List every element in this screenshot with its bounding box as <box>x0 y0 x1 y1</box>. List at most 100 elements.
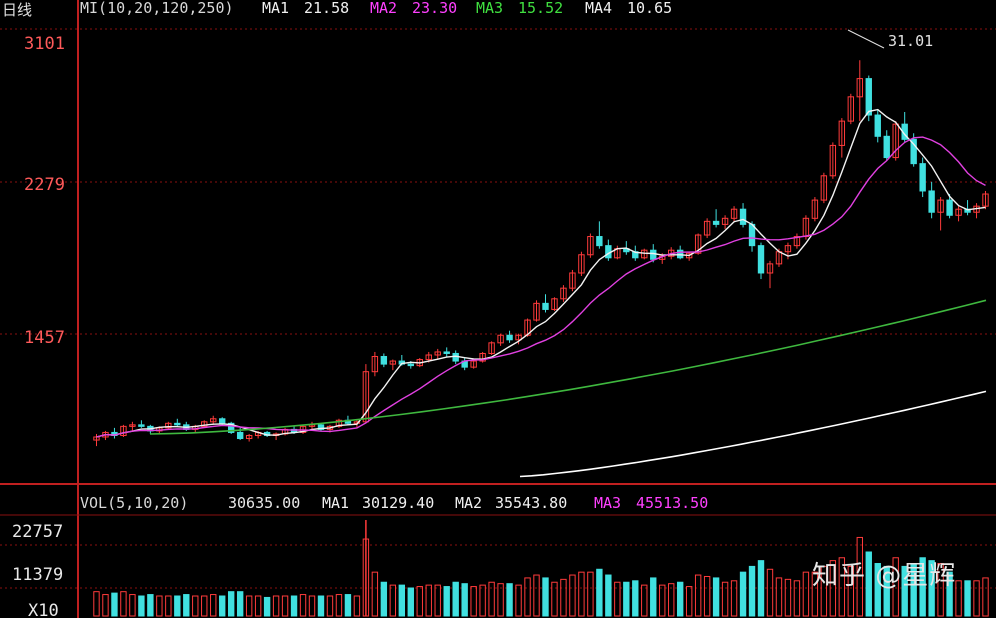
volume-bar <box>210 594 217 617</box>
vol-ma2-value: 35543.80 <box>495 494 567 512</box>
volume-bar <box>371 571 379 617</box>
volume-bar <box>245 595 253 617</box>
volume-bar <box>964 580 971 617</box>
volume-bar <box>129 594 136 617</box>
volume-bar <box>344 594 352 617</box>
volume-bar <box>685 586 693 617</box>
volume-bar <box>308 595 316 617</box>
ma1-value: 21.58 <box>304 0 349 17</box>
volume-bar <box>775 577 783 617</box>
vol-ma3-label: MA3 <box>594 494 621 512</box>
volume-bar <box>668 583 675 617</box>
peak-marker-line <box>847 29 885 49</box>
candle-body <box>219 418 226 424</box>
volume-bar <box>254 595 262 617</box>
volume-bar <box>353 595 361 617</box>
volume-bar <box>721 581 729 617</box>
volume-bar <box>596 568 603 617</box>
volume-bar <box>416 586 423 617</box>
volume-bar <box>578 571 585 617</box>
candle-body <box>919 163 926 192</box>
volume-bar <box>623 581 630 617</box>
ma3-line <box>149 299 987 435</box>
ma3-label: MA3 <box>476 0 503 17</box>
chart-canvas: 日线 MI(10,20,120,250) MA1 21.58 MA2 23.30… <box>0 0 996 618</box>
volume-bar <box>93 591 100 617</box>
candle-body <box>712 220 720 225</box>
volume-bar <box>659 584 666 617</box>
vol-ma3-value: 45513.50 <box>636 494 708 512</box>
vol-tick-22757: 22757 <box>12 522 63 542</box>
candle-body <box>452 352 459 362</box>
vol-tick-11379: 11379 <box>12 565 63 585</box>
candle-body <box>650 249 657 260</box>
volume-bar <box>605 574 612 617</box>
volume-bar <box>982 577 989 617</box>
volume-bar <box>542 577 549 617</box>
volume-bar <box>632 580 639 617</box>
peak-label: 31.01 <box>888 32 933 50</box>
volume-bar <box>614 581 621 617</box>
volume-bar <box>299 594 307 617</box>
volume-bar <box>524 577 531 617</box>
ma4-line <box>519 390 987 478</box>
volume-bar <box>955 580 962 617</box>
volume-bar <box>201 595 208 617</box>
volume-bar <box>219 595 226 617</box>
volume-bar <box>757 560 765 617</box>
volume-bar <box>147 594 154 617</box>
volume-bar <box>236 591 244 617</box>
candle-body <box>865 78 872 116</box>
ma-lines-group <box>96 108 987 478</box>
volume-bar <box>174 595 181 617</box>
candles-group <box>93 60 989 447</box>
ma1-line <box>96 108 986 438</box>
ma-params: MI(10,20,120,250) <box>80 0 234 17</box>
ma4-value: 10.65 <box>627 0 672 17</box>
volume-bar <box>730 580 738 617</box>
volume-bar <box>272 595 280 617</box>
volume-bar <box>165 595 172 617</box>
price-tick-3101: 3101 <box>24 34 65 54</box>
volume-bar <box>398 584 406 617</box>
volume-bar <box>452 581 459 617</box>
period-label[interactable]: 日线 <box>2 1 32 19</box>
vol-value: 30635.00 <box>228 494 300 512</box>
volume-bar <box>326 595 334 617</box>
candle-body <box>236 431 244 440</box>
volume-bar <box>263 596 271 617</box>
volume-bar <box>533 574 540 617</box>
volume-bar <box>461 583 468 617</box>
candle-body <box>407 363 414 367</box>
volume-bar <box>569 574 576 617</box>
volume-bar <box>793 580 801 617</box>
volume-bar <box>515 584 522 617</box>
candle-body <box>542 302 549 310</box>
candle-body <box>874 114 881 137</box>
candle-body <box>946 199 953 216</box>
volume-bar <box>784 578 792 617</box>
volume-bar <box>506 583 513 617</box>
volume-bar <box>183 594 190 617</box>
volume-bar <box>138 595 145 617</box>
watermark: 知乎 @星辉 <box>812 561 957 591</box>
candle-body <box>748 223 756 247</box>
volume-bar <box>470 586 477 617</box>
volume-bar <box>560 578 567 617</box>
volume-bar <box>676 581 684 617</box>
ma2-value: 23.30 <box>412 0 457 17</box>
candle-body <box>883 135 890 159</box>
volume-bar <box>650 577 657 617</box>
volume-bar <box>192 595 199 617</box>
candle-body <box>928 190 935 213</box>
volume-bar <box>443 586 450 617</box>
volume-bar <box>739 571 747 617</box>
vol-params: VOL(5,10,20) <box>80 494 188 512</box>
volume-bar <box>703 575 711 617</box>
volume-bar <box>587 571 594 617</box>
price-tick-2279: 2279 <box>24 175 65 195</box>
volume-bar <box>102 594 109 617</box>
volume-bar <box>802 571 810 617</box>
volume-bar <box>335 594 343 617</box>
candle-body <box>443 351 450 354</box>
